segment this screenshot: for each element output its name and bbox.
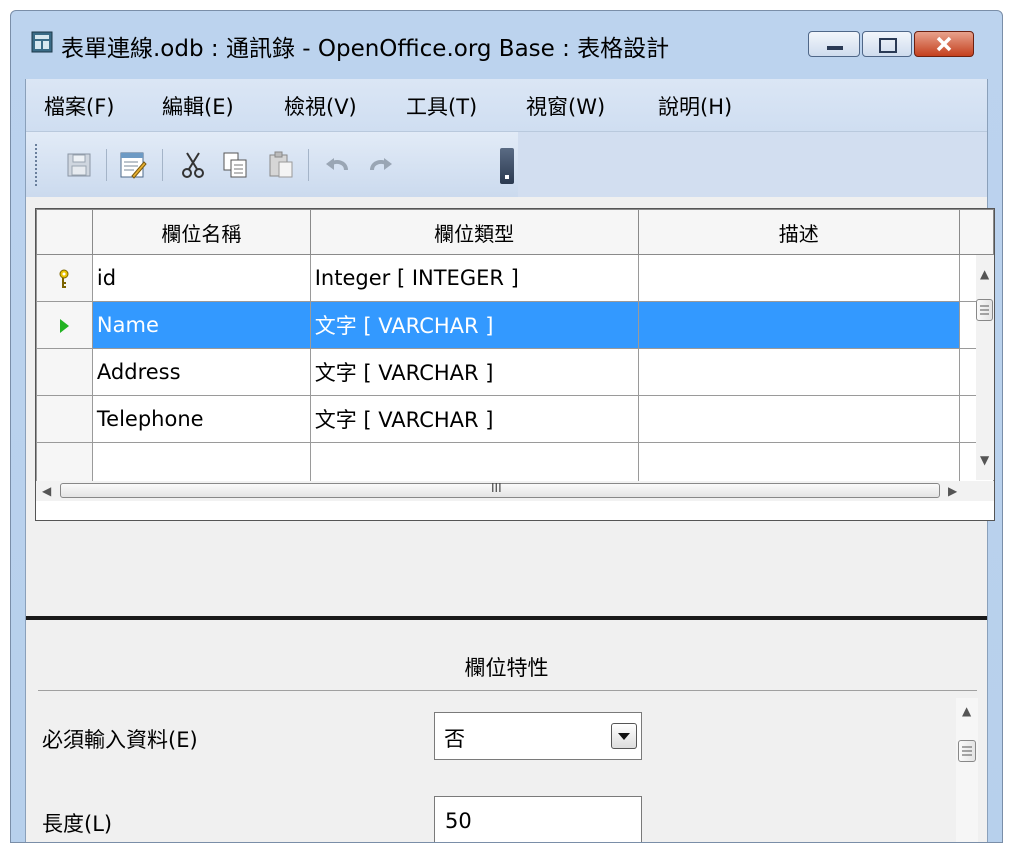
cell-description[interactable] <box>637 395 961 443</box>
menu-view[interactable]: 檢視(V) <box>284 91 357 121</box>
cell-description[interactable] <box>637 254 961 302</box>
cell-description[interactable] <box>637 348 961 396</box>
menu-window[interactable]: 視窗(W) <box>526 91 605 121</box>
minimize-icon <box>827 46 843 50</box>
scroll-up-arrow-icon[interactable]: ▲ <box>962 704 971 718</box>
base-app-icon <box>31 31 53 53</box>
grid-vertical-scrollbar[interactable]: ▲ ▼ <box>976 255 994 480</box>
copy-icon[interactable] <box>220 150 250 180</box>
fields-table: 欄位名稱 欄位類型 描述 id Integer [ INTEGER ] Name… <box>36 209 994 490</box>
save-icon[interactable] <box>64 150 94 180</box>
dropdown-button[interactable] <box>611 723 637 749</box>
close-button[interactable] <box>914 31 974 57</box>
maximize-icon <box>879 38 897 53</box>
field-properties-panel: 欄位特性 必須輸入資料(E) 否 長度(L) 50 ▲ ▼ ◀ <box>26 620 987 842</box>
menu-tools[interactable]: 工具(T) <box>406 91 477 121</box>
table-row[interactable]: Telephone 文字 [ VARCHAR ] <box>36 395 994 443</box>
cell-field-name[interactable]: Address <box>91 348 311 396</box>
grid-horizontal-scroll-thumb[interactable]: III <box>60 481 940 498</box>
cell-description[interactable] <box>637 301 961 349</box>
row-header[interactable] <box>36 254 93 302</box>
cell-field-type[interactable]: Integer [ INTEGER ] <box>309 254 639 302</box>
cell-field-type[interactable]: 文字 [ VARCHAR ] <box>309 301 639 349</box>
grid-vertical-scroll-thumb[interactable] <box>976 299 993 321</box>
redo-icon[interactable] <box>366 150 396 180</box>
row-header[interactable] <box>36 348 93 396</box>
column-header-field-type[interactable]: 欄位類型 <box>309 209 639 255</box>
cell-field-name[interactable]: Name <box>91 301 311 349</box>
table-row-selected[interactable]: Name 文字 [ VARCHAR ] <box>36 301 994 349</box>
primary-key-icon <box>59 269 69 288</box>
required-value: 否 <box>444 727 465 751</box>
field-design-grid: 欄位名稱 欄位類型 描述 id Integer [ INTEGER ] Name… <box>35 208 995 521</box>
standard-toolbar <box>26 132 518 197</box>
length-input[interactable]: 50 <box>434 796 642 842</box>
scroll-thumb-grip: III <box>491 481 502 495</box>
title-bar[interactable]: 表單連線.odb : 通訊錄 - OpenOffice.org Base : 表… <box>11 11 1002 79</box>
column-header-field-name[interactable]: 欄位名稱 <box>91 209 311 255</box>
toolbar-overflow-button[interactable] <box>500 148 514 184</box>
application-window: 表單連線.odb : 通訊錄 - OpenOffice.org Base : 表… <box>10 10 1003 843</box>
cut-icon[interactable] <box>178 150 208 180</box>
paste-icon[interactable] <box>266 150 296 180</box>
grip-lines-icon <box>962 746 972 756</box>
current-row-arrow-icon <box>60 319 70 333</box>
properties-vertical-scrollbar[interactable]: ▲ ▼ <box>956 698 978 842</box>
column-header-description[interactable]: 描述 <box>637 209 961 255</box>
chevron-down-icon <box>618 733 630 740</box>
table-row[interactable]: id Integer [ INTEGER ] <box>36 254 994 302</box>
required-dropdown[interactable]: 否 <box>434 712 642 760</box>
length-label: 長度(L) <box>42 812 113 836</box>
row-header-corner <box>36 209 93 255</box>
menu-bar: 檔案(F) 編輯(E) 檢視(V) 工具(T) 視窗(W) 說明(H) <box>26 79 987 132</box>
close-icon <box>936 36 952 52</box>
toolbar-grip[interactable] <box>35 144 40 186</box>
grip-lines-icon <box>980 305 989 315</box>
required-label: 必須輸入資料(E) <box>42 728 198 752</box>
minimize-button[interactable] <box>808 31 860 57</box>
toolbar-separator <box>308 149 309 181</box>
scroll-left-arrow-icon[interactable]: ◀ <box>42 484 51 498</box>
row-header[interactable] <box>36 301 93 349</box>
table-row[interactable]: Address 文字 [ VARCHAR ] <box>36 348 994 396</box>
row-header[interactable] <box>36 395 93 443</box>
menu-help[interactable]: 說明(H) <box>658 91 732 121</box>
edit-icon[interactable] <box>118 150 148 180</box>
column-header-filler <box>959 209 994 255</box>
undo-icon[interactable] <box>322 150 352 180</box>
menu-file[interactable]: 檔案(F) <box>44 91 114 121</box>
scroll-right-arrow-icon[interactable]: ▶ <box>948 484 957 498</box>
toolbar-background <box>518 132 987 197</box>
cell-field-type[interactable]: 文字 [ VARCHAR ] <box>309 348 639 396</box>
toolbar-separator <box>106 149 107 181</box>
properties-vertical-scroll-thumb[interactable] <box>958 740 976 762</box>
cell-field-name[interactable]: Telephone <box>91 395 311 443</box>
maximize-button[interactable] <box>862 31 912 57</box>
cell-field-name[interactable]: id <box>91 254 311 302</box>
window-title: 表單連線.odb : 通訊錄 - OpenOffice.org Base : 表… <box>61 36 670 62</box>
scroll-up-arrow-icon[interactable]: ▲ <box>980 267 989 281</box>
properties-title: 欄位特性 <box>464 656 549 680</box>
toolbar-separator <box>162 149 163 181</box>
cell-field-type[interactable]: 文字 [ VARCHAR ] <box>309 395 639 443</box>
properties-divider <box>38 690 977 691</box>
client-area: 檔案(F) 編輯(E) 檢視(V) 工具(T) 視窗(W) 說明(H) 欄位名稱… <box>25 79 995 842</box>
menu-edit[interactable]: 編輯(E) <box>162 91 234 121</box>
grid-horizontal-scrollbar[interactable]: ◀ III ▶ <box>36 481 994 501</box>
scroll-down-arrow-icon[interactable]: ▼ <box>980 453 989 467</box>
